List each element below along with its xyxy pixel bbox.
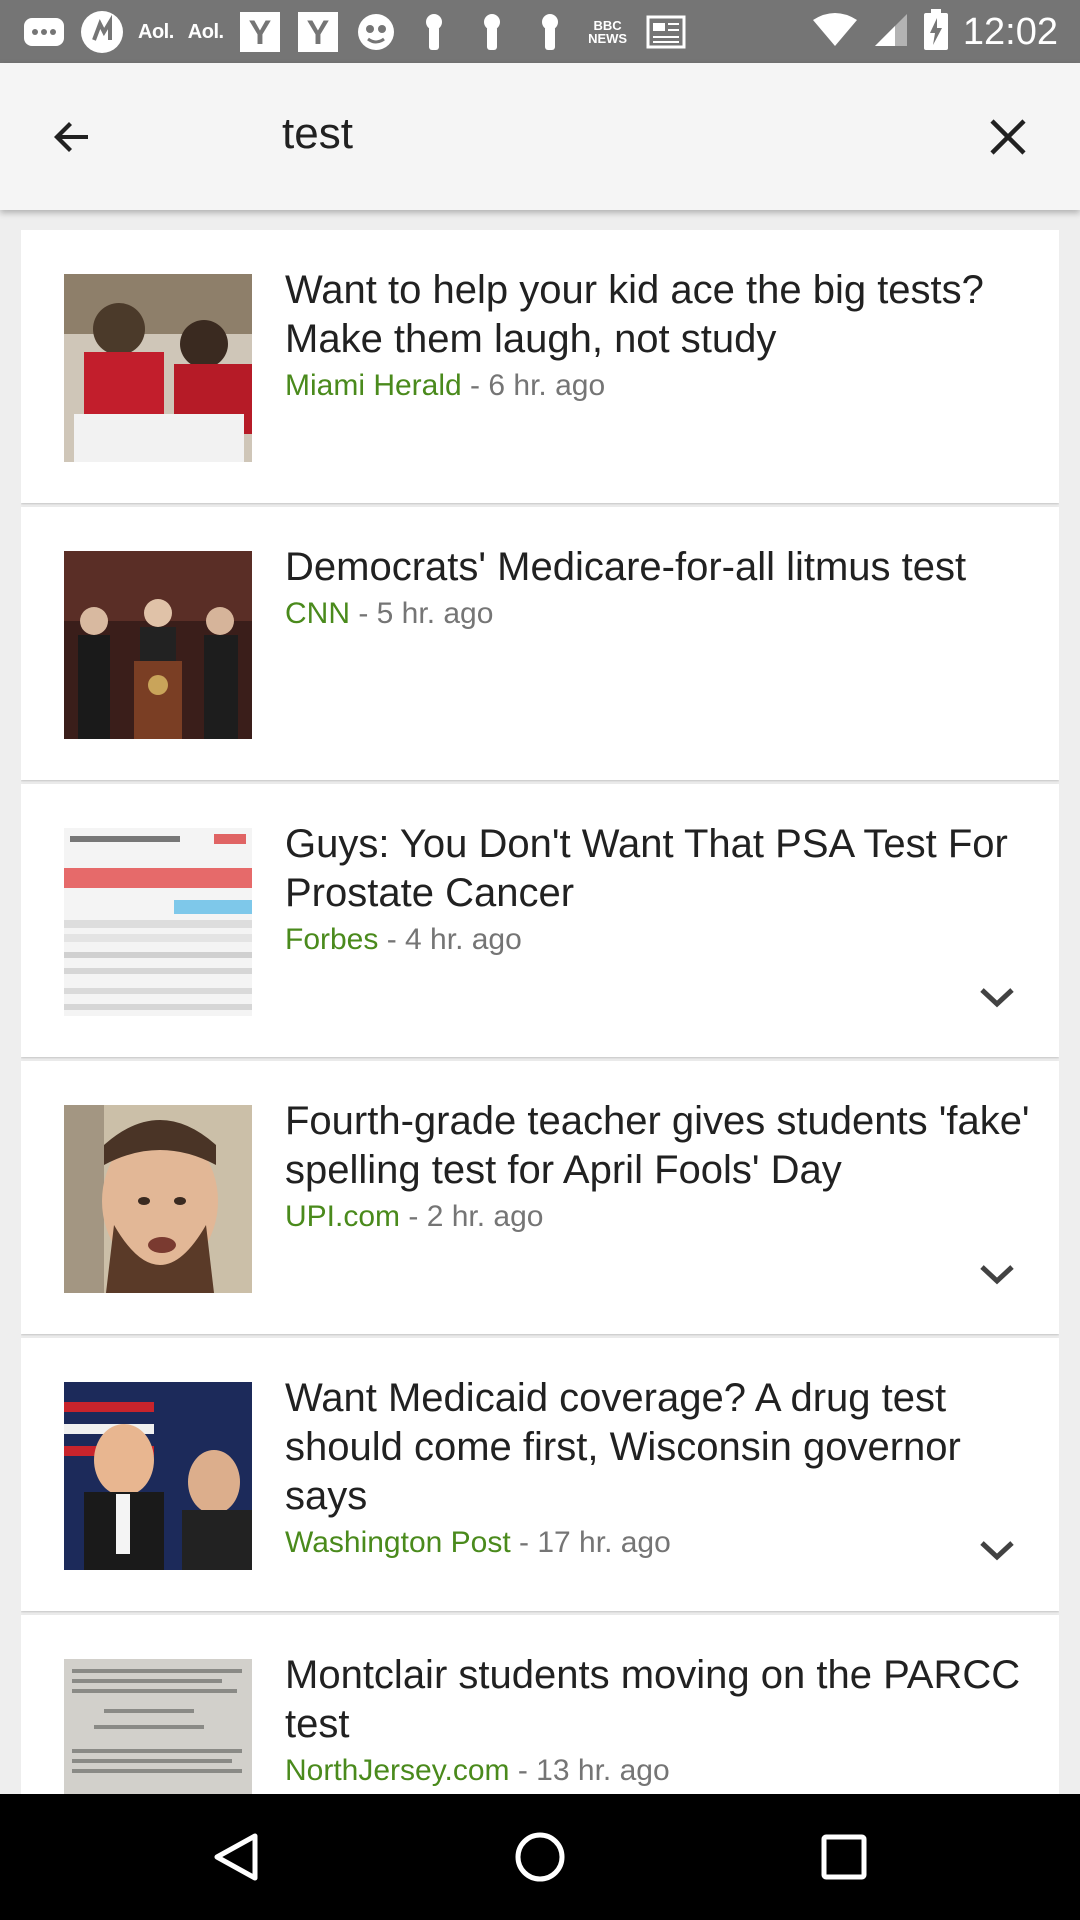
- square-recents-icon: [821, 1834, 867, 1880]
- news-source[interactable]: CNN: [285, 597, 350, 630]
- search-bar: test: [0, 63, 1080, 210]
- keyhole-icon: [470, 10, 514, 54]
- signal-icon: [873, 12, 909, 53]
- status-bar: Aol. Aol. Y Y BBC NEWS 12:02: [0, 0, 1080, 63]
- expand-button[interactable]: [973, 1251, 1021, 1299]
- news-source[interactable]: Miami Herald: [285, 369, 462, 402]
- battery-icon: [923, 8, 949, 56]
- nav-recents-button[interactable]: [814, 1827, 874, 1887]
- back-button[interactable]: [40, 105, 104, 169]
- navigation-bar: [0, 1794, 1080, 1920]
- news-time: - 2 hr. ago: [400, 1200, 544, 1233]
- keyhole-icon: [528, 10, 572, 54]
- news-card[interactable]: Fourth-grade teacher gives students 'fak…: [21, 1061, 1059, 1334]
- news-meta: UPI.com - 2 hr. ago: [285, 1197, 1045, 1237]
- clock: 12:02: [962, 10, 1058, 53]
- news-source[interactable]: UPI.com: [285, 1200, 400, 1233]
- aol-icon: Aol.: [138, 20, 174, 43]
- news-time: - 13 hr. ago: [509, 1754, 670, 1787]
- bbc-news-icon: BBC NEWS: [588, 18, 628, 46]
- news-time: - 4 hr. ago: [378, 923, 522, 956]
- expand-button[interactable]: [973, 1527, 1021, 1575]
- expand-button[interactable]: [973, 974, 1021, 1022]
- news-thumbnail: [64, 1659, 252, 1794]
- news-thumbnail: [64, 828, 252, 1016]
- clear-search-button[interactable]: [976, 105, 1040, 169]
- news-meta: Miami Herald - 6 hr. ago: [285, 366, 1045, 406]
- news-thumbnail: [64, 551, 252, 739]
- messenger-icon: [22, 10, 66, 54]
- news-title: Fourth-grade teacher gives students 'fak…: [285, 1099, 1030, 1192]
- news-thumbnail: [64, 274, 252, 462]
- news-time: - 17 hr. ago: [510, 1526, 671, 1559]
- close-icon: [990, 119, 1026, 155]
- news-source[interactable]: Washington Post: [285, 1526, 511, 1559]
- notification-icons: Aol. Aol. Y Y BBC NEWS: [22, 10, 688, 54]
- news-card[interactable]: Want to help your kid ace the big tests?…: [21, 230, 1059, 503]
- news-thumbnail: [64, 1105, 252, 1293]
- news-card[interactable]: Montclair students moving on the PARCC t…: [21, 1615, 1059, 1794]
- news-meta: Washington Post - 17 hr. ago: [285, 1523, 1045, 1563]
- news-title: Want to help your kid ace the big tests?…: [285, 268, 984, 361]
- news-time: - 5 hr. ago: [350, 597, 494, 630]
- svg-text:Y: Y: [248, 14, 271, 52]
- search-query[interactable]: test: [282, 109, 353, 159]
- chevron-down-icon: [980, 1265, 1014, 1285]
- news-meta: NorthJersey.com - 13 hr. ago: [285, 1751, 1045, 1791]
- news-card[interactable]: Want Medicaid coverage? A drug test shou…: [21, 1338, 1059, 1611]
- news-title: Guys: You Don't Want That PSA Test For P…: [285, 822, 1008, 915]
- news-title: Democrats' Medicare-for-all litmus test: [285, 545, 967, 589]
- news-time: - 6 hr. ago: [461, 369, 606, 402]
- news-card[interactable]: Democrats' Medicare-for-all litmus test …: [21, 507, 1059, 780]
- yahoo-icon: Y: [296, 10, 340, 54]
- svg-text:Y: Y: [306, 14, 329, 52]
- nav-home-button[interactable]: [510, 1827, 570, 1887]
- results-list: Want to help your kid ace the big tests?…: [21, 230, 1059, 1794]
- arrow-back-icon: [54, 122, 88, 152]
- app-icon: [354, 10, 398, 54]
- music-icon: [80, 10, 124, 54]
- newspaper-icon: [644, 10, 688, 54]
- aol-icon: Aol.: [187, 20, 224, 43]
- triangle-back-icon: [214, 1833, 258, 1881]
- circle-home-icon: [515, 1832, 565, 1882]
- news-title: Want Medicaid coverage? A drug test shou…: [285, 1376, 961, 1518]
- chevron-down-icon: [980, 988, 1014, 1008]
- chevron-down-icon: [980, 1541, 1014, 1561]
- news-meta: Forbes - 4 hr. ago: [285, 920, 1045, 960]
- news-thumbnail: [64, 1382, 252, 1570]
- news-source[interactable]: NorthJersey.com: [285, 1754, 510, 1787]
- news-card[interactable]: Guys: You Don't Want That PSA Test For P…: [21, 784, 1059, 1057]
- keyhole-icon: [412, 10, 456, 54]
- news-source[interactable]: Forbes: [285, 923, 378, 956]
- yahoo-icon: Y: [238, 10, 282, 54]
- wifi-icon: [811, 12, 859, 53]
- system-status: 12:02: [811, 8, 1058, 56]
- nav-back-button[interactable]: [206, 1827, 266, 1887]
- news-meta: CNN - 5 hr. ago: [285, 594, 1045, 634]
- news-title: Montclair students moving on the PARCC t…: [285, 1653, 1021, 1746]
